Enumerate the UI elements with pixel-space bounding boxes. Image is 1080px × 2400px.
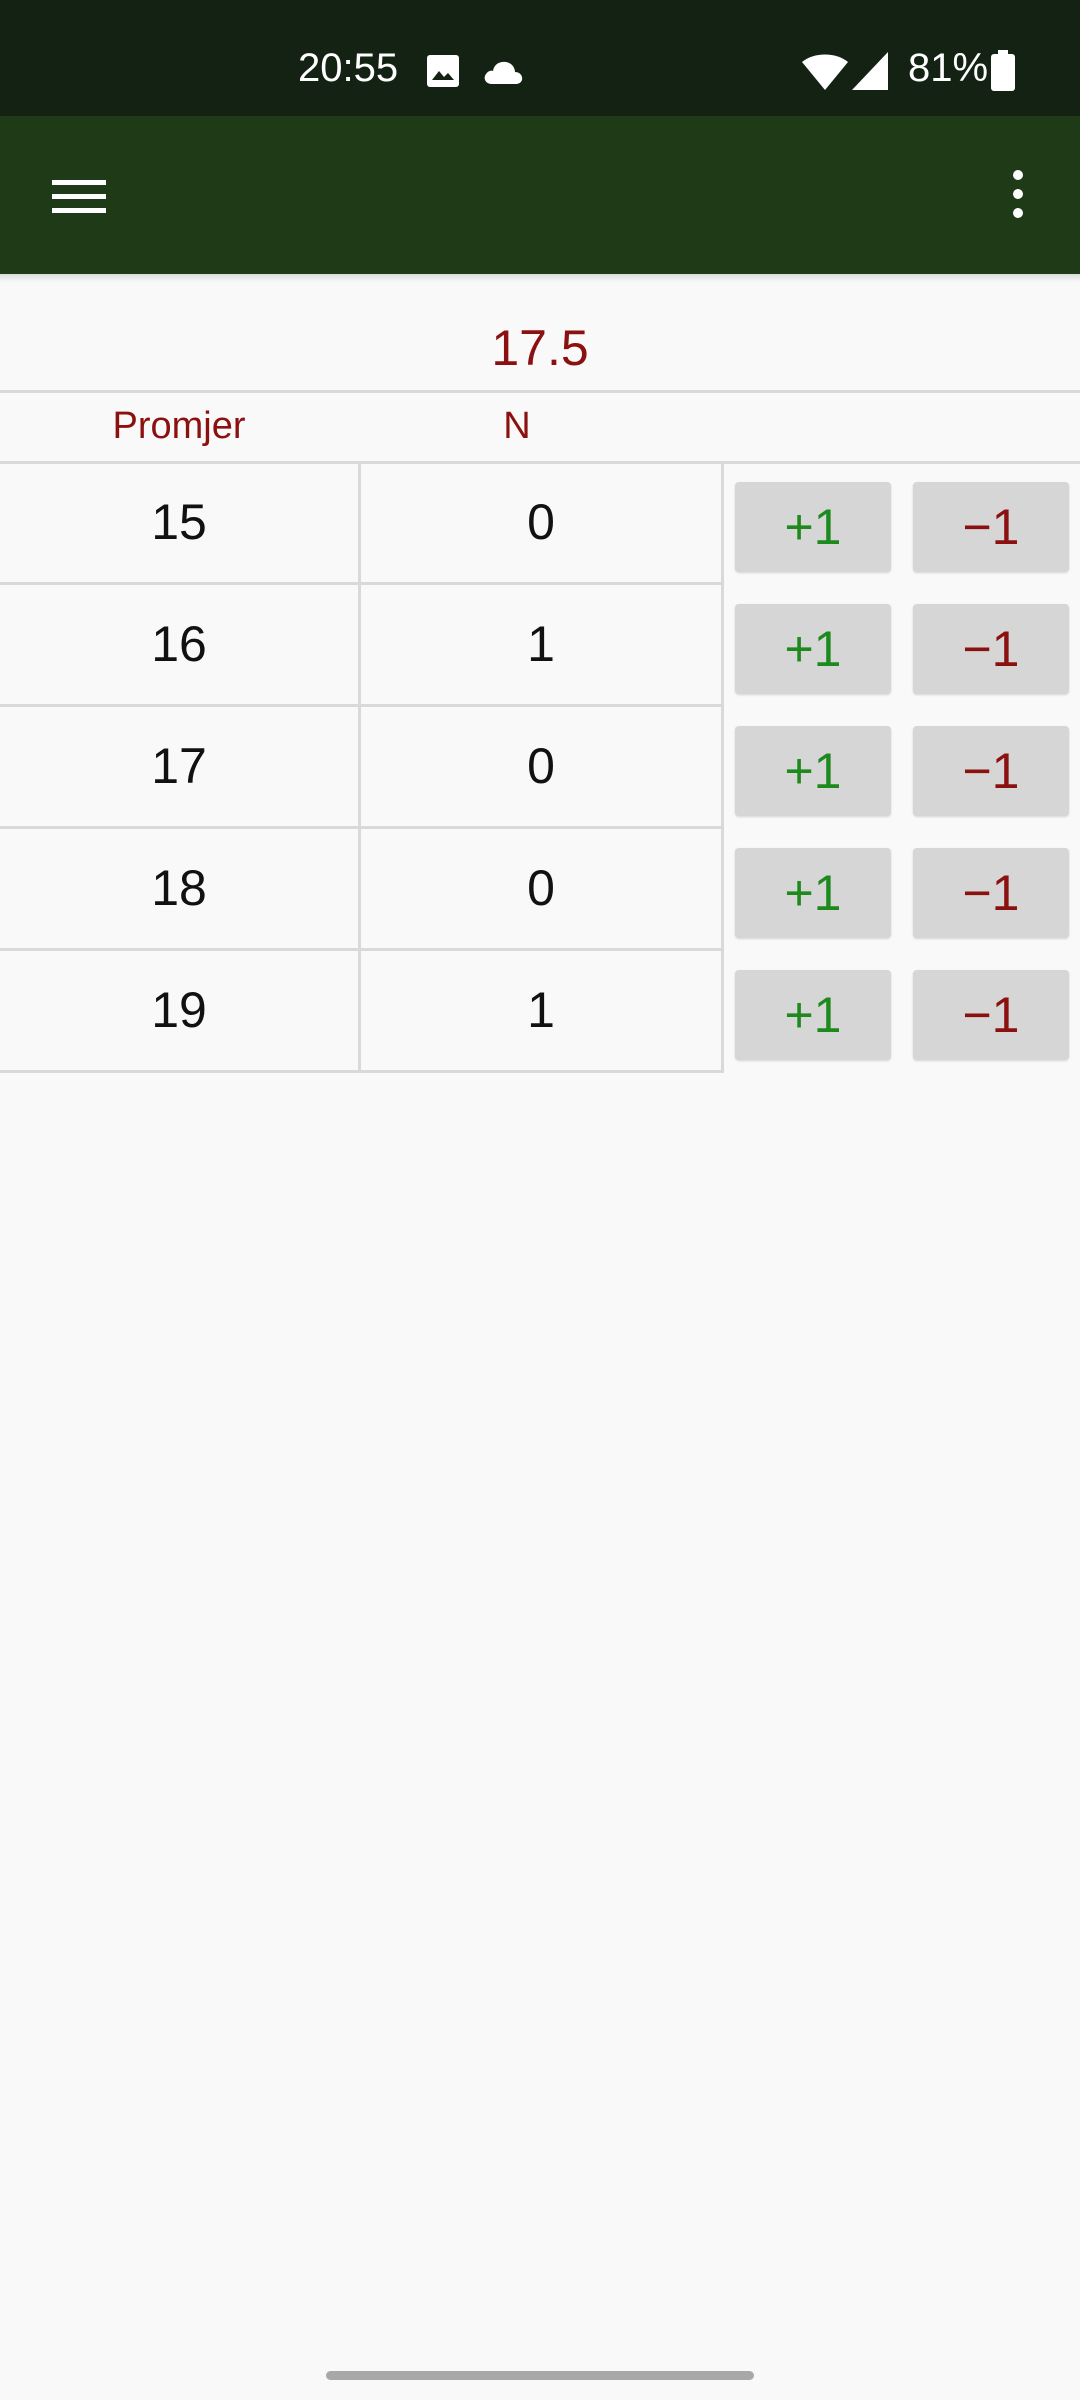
app-bar-shadow — [0, 274, 1080, 282]
data-table: 15 0 16 1 17 0 18 0 19 1 — [0, 463, 724, 1073]
decrement-button-16[interactable]: −1 — [913, 604, 1069, 694]
status-time: 20:55 — [298, 46, 399, 90]
table-row: 18 0 — [0, 829, 724, 951]
decrement-button-18[interactable]: −1 — [913, 848, 1069, 938]
cell-size: 15 — [151, 494, 207, 550]
app-bar — [0, 116, 1080, 274]
increment-button-16[interactable]: +1 — [735, 604, 891, 694]
decrement-button-15[interactable]: −1 — [913, 482, 1069, 572]
column-divider — [721, 951, 724, 1070]
column-divider — [721, 707, 724, 826]
divider — [0, 390, 1080, 393]
cell-size: 19 — [151, 982, 207, 1038]
home-indicator[interactable] — [326, 2371, 754, 2380]
battery-percentage: 81% — [908, 46, 989, 90]
cell-count: 1 — [527, 616, 555, 672]
cloud-icon — [482, 58, 524, 91]
column-divider — [721, 463, 724, 582]
battery-icon — [990, 50, 1016, 97]
cell-count: 0 — [527, 860, 555, 916]
cell-count: 0 — [527, 494, 555, 550]
signal-icon — [850, 50, 890, 97]
hamburger-menu-icon[interactable] — [36, 156, 122, 236]
decrement-button-19[interactable]: −1 — [913, 970, 1069, 1060]
cell-size: 17 — [151, 738, 207, 794]
column-divider — [721, 829, 724, 948]
table-row: 17 0 — [0, 707, 724, 829]
status-bar: 20:55 81% — [0, 0, 1080, 116]
cell-size: 18 — [151, 860, 207, 916]
decrement-button-17[interactable]: −1 — [913, 726, 1069, 816]
cell-count: 0 — [527, 738, 555, 794]
wifi-icon — [800, 50, 850, 97]
table-row: 16 1 — [0, 585, 724, 707]
column-header-promjer: Promjer — [112, 405, 246, 447]
cell-size: 16 — [151, 616, 207, 672]
increment-button-17[interactable]: +1 — [735, 726, 891, 816]
table-row: 19 1 — [0, 951, 724, 1073]
table-row: 15 0 — [0, 463, 724, 585]
more-vert-icon[interactable] — [996, 156, 1040, 236]
increment-button-15[interactable]: +1 — [735, 482, 891, 572]
column-header-n: N — [503, 405, 531, 447]
column-divider — [721, 585, 724, 704]
cell-count: 1 — [527, 982, 555, 1038]
increment-button-18[interactable]: +1 — [735, 848, 891, 938]
mean-value: 17.5 — [491, 320, 589, 376]
increment-button-19[interactable]: +1 — [735, 970, 891, 1060]
image-icon — [426, 54, 460, 93]
